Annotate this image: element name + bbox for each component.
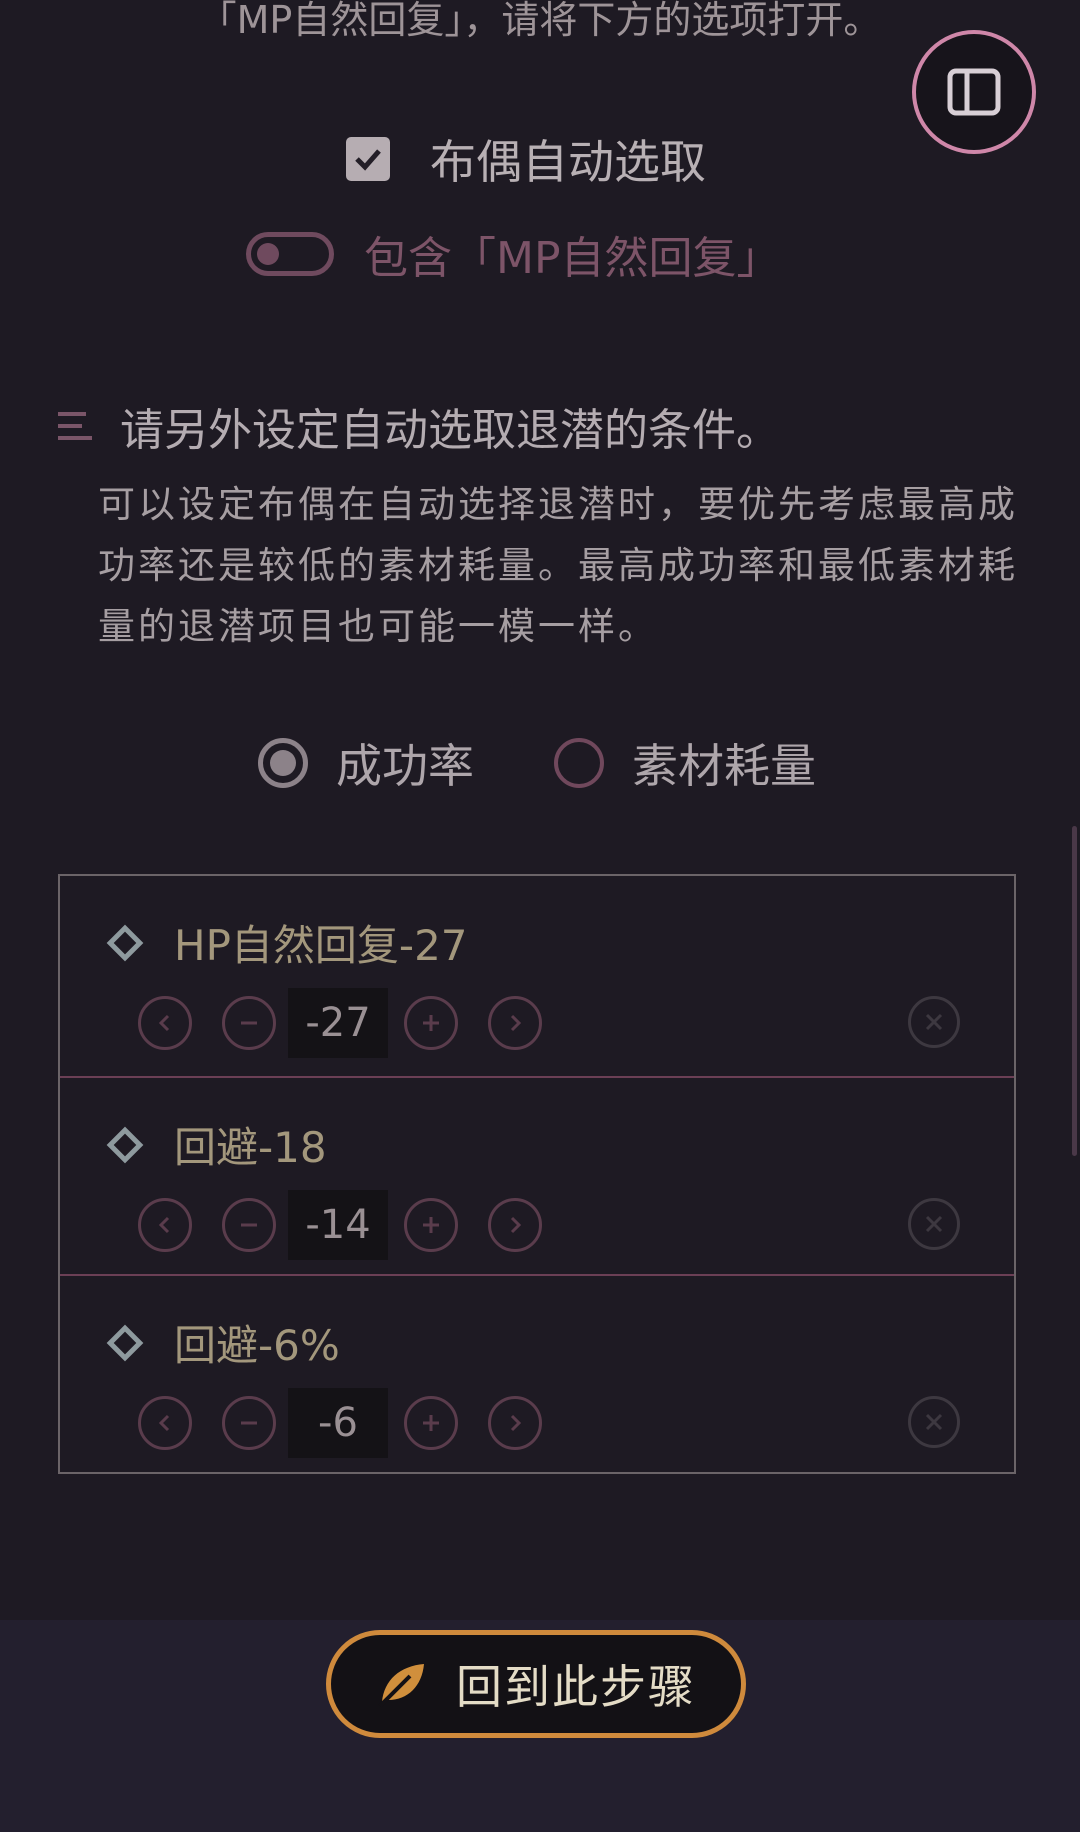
include-mp-toggle[interactable] [246,232,334,276]
chevron-left-icon [158,1014,170,1032]
increment-button[interactable] [404,996,458,1050]
sidebar-toggle-button[interactable] [912,30,1036,154]
item-name: HP自然回复-27 [174,921,468,970]
chevron-right-icon [510,1014,522,1032]
minus-icon [241,1223,257,1227]
list-item: 回避-18 -14 [60,1076,1014,1276]
item-name: 回避-18 [174,1123,327,1172]
value-field[interactable]: -27 [288,988,388,1058]
item-list: HP自然回复-27 -27 回避-18 -14 回避-6% -6 [58,874,1016,1474]
chevron-left-icon [158,1414,170,1432]
item-name: 回避-6% [174,1321,340,1370]
value-field[interactable]: -6 [288,1388,388,1458]
next-button[interactable] [488,1396,542,1450]
checkmark-icon [355,149,381,171]
prev-button[interactable] [138,1396,192,1450]
close-icon [925,1215,943,1233]
scrollbar[interactable] [1072,826,1077,1156]
section-description: 可以设定布偶在自动选择退潜时，要优先考虑最高成功率还是较低的素材耗量。最高成功率… [98,483,1018,648]
diamond-icon [106,924,144,961]
prev-button[interactable] [138,1198,192,1252]
auto-select-label: 布偶自动选取 [430,135,706,189]
close-icon [925,1413,943,1431]
top-note: 「MP自然回复」，请将下方的选项打开。 [198,0,882,42]
remove-button[interactable] [908,1198,960,1250]
back-to-step-label: 回到此步骤 [456,1660,696,1714]
minus-icon [241,1021,257,1025]
minus-icon [241,1421,257,1425]
auto-select-row[interactable]: 布偶自动选取 [346,126,706,192]
next-button[interactable] [488,1198,542,1252]
decrement-button[interactable] [222,996,276,1050]
sidebar-toggle-icon [947,68,1001,116]
include-mp-label: 包含「MP自然回复」 [364,233,781,284]
increment-button[interactable] [404,1396,458,1450]
chevron-right-icon [510,1414,522,1432]
back-to-step-button[interactable]: 回到此步骤 [326,1630,746,1738]
remove-button[interactable] [908,1396,960,1448]
section-title: 请另外设定自动选取退潜的条件。 [120,405,780,456]
menu-lines-icon [58,412,92,440]
success-rate-label: 成功率 [336,739,474,793]
priority-option-success[interactable]: 成功率 [258,730,474,796]
plus-icon [423,1217,439,1233]
decrement-button[interactable] [222,1396,276,1450]
next-button[interactable] [488,996,542,1050]
auto-select-checkbox[interactable] [346,137,390,181]
chevron-right-icon [510,1216,522,1234]
increment-button[interactable] [404,1198,458,1252]
section-header: 请另外设定自动选取退潜的条件。 [56,394,780,458]
list-item: HP自然回复-27 -27 [60,876,1014,1074]
list-item: 回避-6% -6 [60,1274,1014,1474]
material-cost-radio[interactable] [554,738,604,788]
plus-icon [423,1415,439,1431]
success-rate-radio[interactable] [258,738,308,788]
material-cost-label: 素材耗量 [632,739,816,793]
diamond-icon [106,1126,144,1163]
plus-icon [423,1015,439,1031]
prev-button[interactable] [138,996,192,1050]
chevron-left-icon [158,1216,170,1234]
close-icon [925,1013,943,1031]
priority-option-material[interactable]: 素材耗量 [554,730,816,796]
decrement-button[interactable] [222,1198,276,1252]
leaf-icon [378,1664,424,1708]
value-field[interactable]: -14 [288,1190,388,1260]
remove-button[interactable] [908,996,960,1048]
include-mp-row[interactable]: 包含「MP自然回复」 [246,222,781,286]
diamond-icon [106,1324,144,1361]
